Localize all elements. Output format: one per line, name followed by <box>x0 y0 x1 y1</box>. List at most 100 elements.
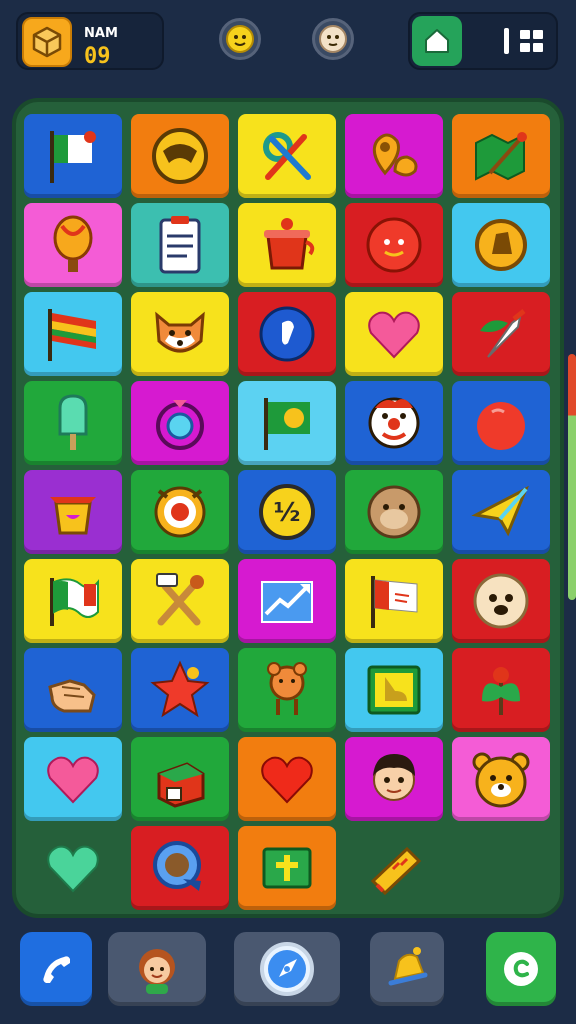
green-heart-icon <box>47 845 99 893</box>
lion-face-icon <box>473 573 529 629</box>
red-ball-face-icon <box>366 217 422 273</box>
red-flag-tile[interactable] <box>345 559 443 643</box>
chart-arrow-tile[interactable] <box>238 559 336 643</box>
lion-face-tile[interactable] <box>452 559 550 643</box>
knife-leaf-tile[interactable] <box>452 292 550 376</box>
star-icon <box>150 660 210 718</box>
green-flag-icon <box>264 398 310 450</box>
top-bar: NAM 09 <box>0 0 576 86</box>
red-apple-icon <box>477 402 525 450</box>
right-controls <box>408 12 558 70</box>
paper-plane-icon <box>471 485 529 537</box>
hammer-icon <box>156 573 204 626</box>
clipboard-tile[interactable] <box>131 203 229 287</box>
blue-orb-tile[interactable] <box>238 292 336 376</box>
red-flag-icon <box>371 576 418 628</box>
half-coin-tile[interactable]: ½ <box>238 470 336 554</box>
red-apple-tile[interactable] <box>452 381 550 465</box>
red-heart-icon <box>261 756 313 804</box>
player-name: NAM <box>84 26 118 41</box>
teddy-bear-tile[interactable] <box>238 648 336 732</box>
rainbow-flag-tile[interactable] <box>24 292 122 376</box>
knife-leaf-icon <box>480 309 526 358</box>
heart-tile[interactable] <box>24 737 122 821</box>
target-icon <box>154 486 206 538</box>
star-tile[interactable] <box>131 648 229 732</box>
hot-air-balloon-tile[interactable] <box>24 203 122 287</box>
gem-ring-icon <box>156 400 204 450</box>
gift-pot-tile[interactable] <box>238 203 336 287</box>
wavy-flag-tile[interactable] <box>24 559 122 643</box>
fox-face-tile[interactable] <box>131 292 229 376</box>
map-pin-tile[interactable] <box>345 114 443 198</box>
gear-tools-tile[interactable] <box>238 114 336 198</box>
book-tile[interactable] <box>345 648 443 732</box>
menu-grid-icon[interactable] <box>502 26 550 56</box>
box-icon <box>22 17 72 67</box>
fox-face-icon <box>155 311 205 353</box>
monkey-face-icon <box>367 485 421 539</box>
blue-orb-icon <box>259 306 315 362</box>
rainbow-flag-icon <box>48 309 96 361</box>
neutral-face-icon[interactable] <box>312 18 354 60</box>
clown-face-icon <box>368 397 420 449</box>
green-heart-tile[interactable] <box>24 826 122 910</box>
ice-pop-icon <box>58 394 88 450</box>
smiley-face-icon[interactable] <box>219 18 261 60</box>
brush-map-tile[interactable] <box>452 114 550 198</box>
house-box-tile[interactable] <box>131 737 229 821</box>
flag-tile[interactable] <box>24 114 122 198</box>
hand-tile[interactable] <box>24 648 122 732</box>
gear-tools-icon <box>263 132 311 180</box>
teapot-tile[interactable] <box>24 470 122 554</box>
hand-icon <box>48 679 96 713</box>
girl-avatar-icon[interactable] <box>108 932 206 1006</box>
clown-face-tile[interactable] <box>345 381 443 465</box>
player-card[interactable]: NAM 09 <box>16 12 164 70</box>
plant-tile[interactable] <box>452 648 550 732</box>
green-flag-tile[interactable] <box>238 381 336 465</box>
candy-bar-tile[interactable] <box>345 826 443 910</box>
half-coin-icon: ½ <box>259 484 315 540</box>
player-level: 09 <box>84 44 111 69</box>
plant-icon <box>482 667 520 715</box>
brush-map-icon <box>475 132 527 181</box>
hot-air-balloon-icon <box>53 215 93 272</box>
chat-icon[interactable] <box>486 932 556 1006</box>
heart-tile[interactable] <box>345 292 443 376</box>
clipboard-icon <box>159 216 201 274</box>
boy-face-tile[interactable] <box>345 737 443 821</box>
gift-pot-icon <box>264 218 315 270</box>
red-heart-tile[interactable] <box>238 737 336 821</box>
flag-icon <box>50 131 96 183</box>
chart-arrow-icon <box>261 581 313 623</box>
phone-icon[interactable] <box>20 932 92 1006</box>
compass-icon[interactable] <box>234 932 340 1006</box>
home-icon[interactable] <box>412 16 462 66</box>
map-pin-icon <box>372 133 418 177</box>
candy-bar-icon <box>370 846 422 896</box>
svg-text:½: ½ <box>274 498 301 528</box>
bear-face-tile[interactable] <box>452 737 550 821</box>
hammer-tile[interactable] <box>131 559 229 643</box>
coin-tile[interactable] <box>452 203 550 287</box>
bottom-nav <box>0 926 576 1024</box>
cross-card-icon <box>262 847 312 889</box>
badge-tile[interactable] <box>131 826 229 910</box>
gem-ring-tile[interactable] <box>131 381 229 465</box>
ice-pop-tile[interactable] <box>24 381 122 465</box>
badge-icon <box>153 841 201 891</box>
wavy-flag-icon <box>50 578 99 626</box>
red-ball-face-tile[interactable] <box>345 203 443 287</box>
bell-icon[interactable] <box>370 932 444 1006</box>
cross-card-tile[interactable] <box>238 826 336 910</box>
paper-plane-tile[interactable] <box>452 470 550 554</box>
face-circle-tile[interactable] <box>131 114 229 198</box>
book-icon <box>367 665 421 715</box>
face-circle-icon <box>152 128 208 184</box>
coin-icon <box>475 219 527 271</box>
teapot-icon <box>50 497 96 535</box>
heart-icon <box>368 311 420 359</box>
target-tile[interactable] <box>131 470 229 554</box>
monkey-face-tile[interactable] <box>345 470 443 554</box>
